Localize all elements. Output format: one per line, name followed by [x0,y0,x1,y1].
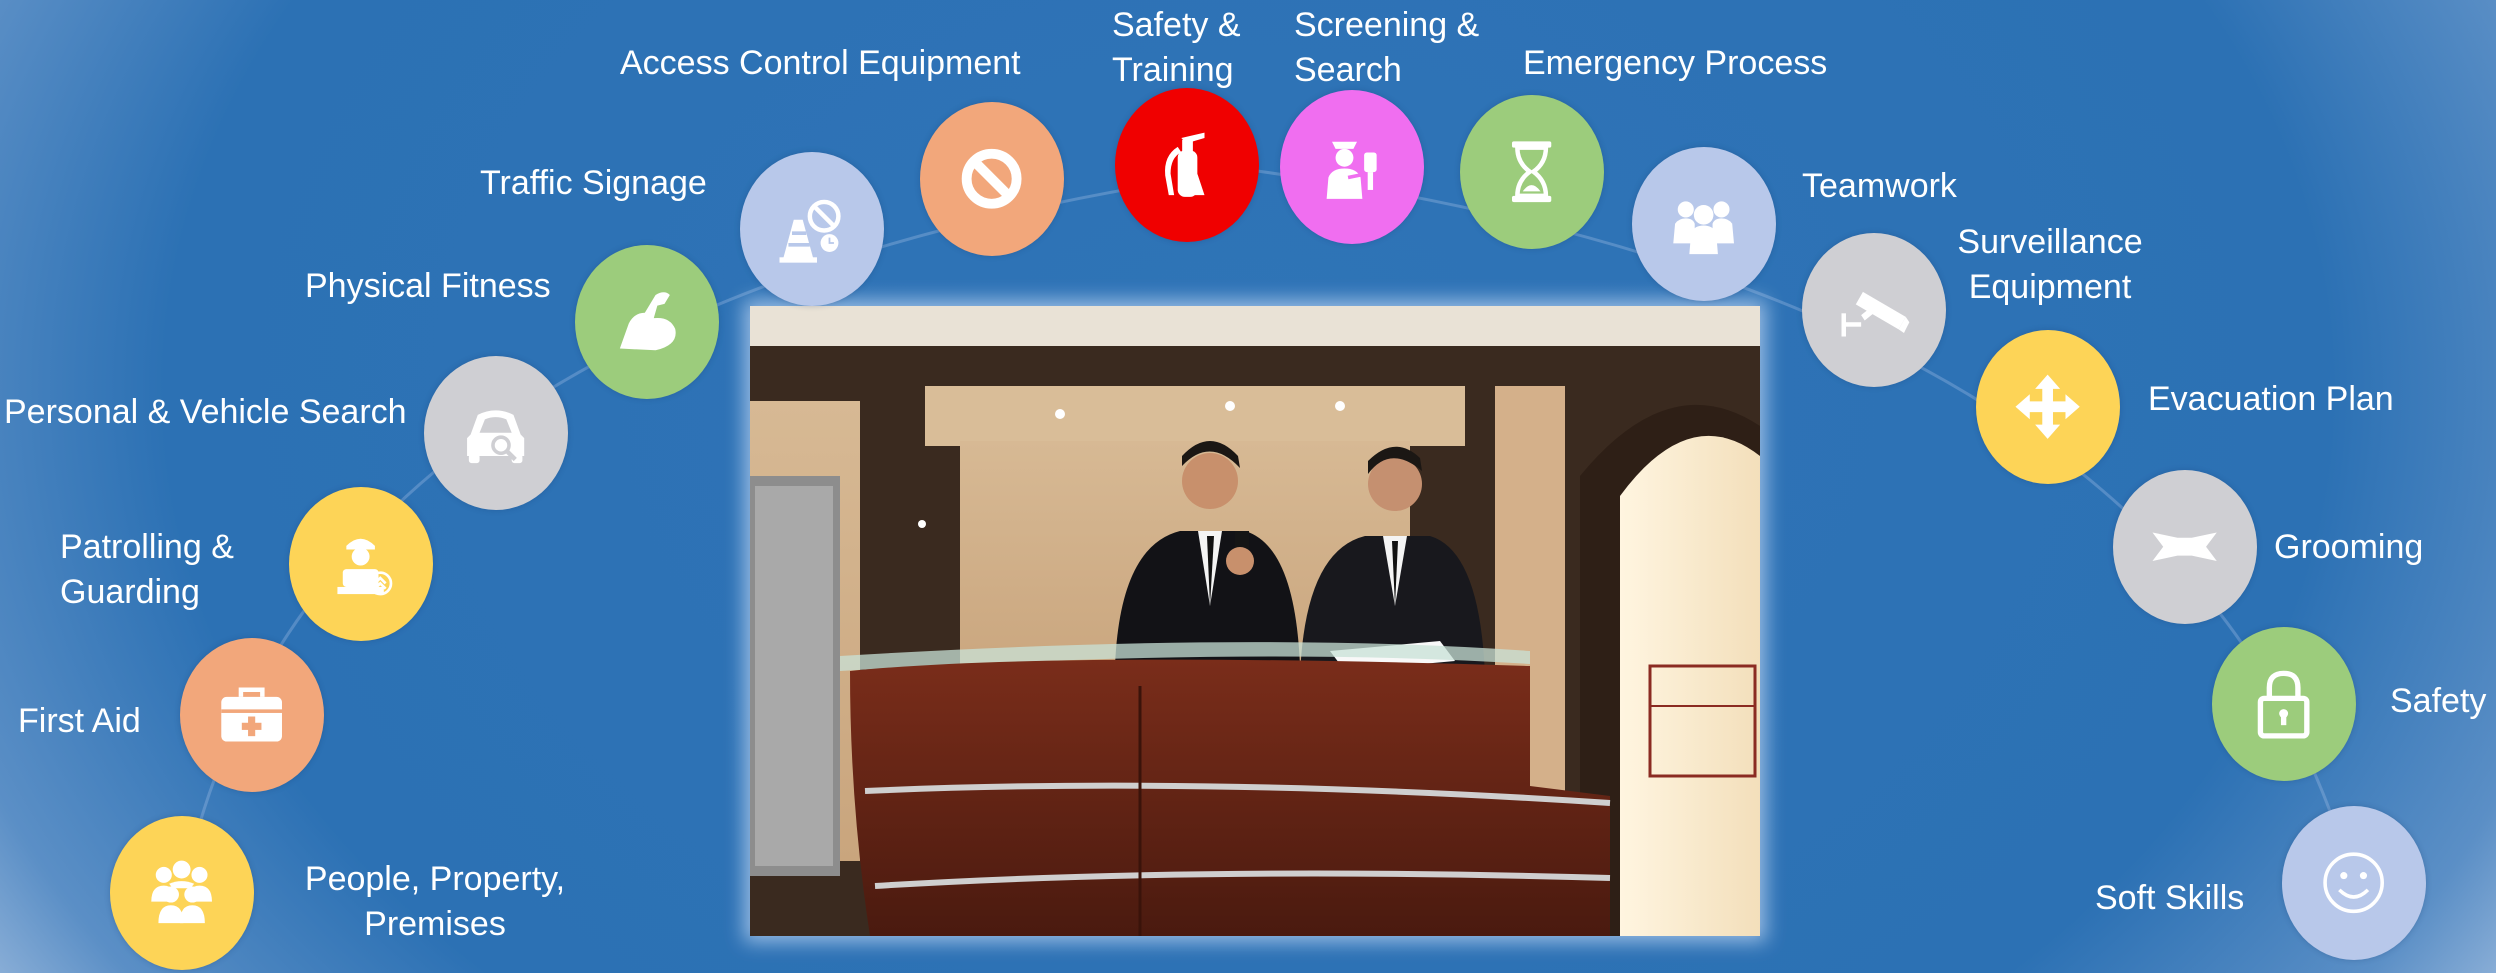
label-access-control-equipment: Access Control Equipment [620,44,1021,82]
reception-desk-photo [750,306,1760,936]
first-aid-kit-icon [221,687,283,742]
node-access-control-equipment [920,102,1064,256]
node-teamwork [1632,147,1776,301]
directions-arrows-icon [2015,374,2081,440]
hourglass-icon [1512,141,1552,203]
label-evacuation-plan: Evacuation Plan [2148,380,2394,418]
node-physical-fitness [575,245,719,399]
node-people-property-premises [110,816,254,970]
label-line: Guarding [60,573,200,611]
label-line: Patrolling & [60,528,234,566]
label-soft-skills: Soft Skills [2095,879,2245,917]
node-traffic-signage [740,152,884,306]
node-emergency-process [1460,95,1604,249]
team-icon [1673,201,1735,255]
label-screening-search: Screening & Search [1294,3,1479,93]
node-evacuation-plan [1976,330,2120,484]
node-patrolling-guarding [289,487,433,641]
label-safety: Safety [2390,682,2487,720]
bow-tie-icon [2152,532,2218,562]
label-people-property-premises: People, Property, Premises [300,857,570,947]
node-safety-training [1115,88,1259,242]
node-safety [2212,627,2356,781]
label-line: Premises [364,905,506,943]
prohibited-sign-icon [962,149,1022,209]
flexed-arm-icon [620,292,677,351]
screening-officer-icon [1326,142,1377,200]
smiley-icon [2323,852,2385,914]
node-screening-search [1280,90,1424,244]
label-line: Screening & [1294,6,1480,44]
padlock-icon [2258,670,2310,739]
label-line: Search [1294,51,1402,89]
traffic-cone-icon [779,199,842,263]
label-emergency-process: Emergency Process [1523,44,1828,82]
label-teamwork: Teamwork [1802,167,1957,205]
security-guards-at-reception-desk-photo [750,306,1760,936]
node-grooming [2113,470,2257,624]
label-first-aid: First Aid [18,702,141,740]
people-group-icon [151,860,213,924]
label-personal-vehicle-search: Personal & Vehicle Search [4,393,407,431]
label-line: Safety & [1112,6,1241,44]
label-physical-fitness: Physical Fitness [305,267,551,305]
label-safety-training: Safety & Training [1112,3,1241,93]
label-line: People, Property, [304,860,566,898]
node-first-aid [180,638,324,792]
fire-extinguisher-icon [1165,132,1205,198]
node-surveillance-equipment [1802,233,1946,387]
label-grooming: Grooming [2274,528,2424,566]
vehicle-search-icon [467,410,525,464]
label-patrolling-guarding: Patrolling & Guarding [60,525,234,615]
label-line: Training [1112,51,1234,89]
label-traffic-signage: Traffic Signage [480,164,707,202]
label-surveillance-equipment: Surveillance Equipment [1950,220,2150,310]
label-line: Surveillance [1957,223,2143,261]
guard-patrol-icon [337,539,393,596]
label-line: Equipment [1968,268,2132,306]
node-personal-vehicle-search [424,356,568,510]
node-soft-skills [2282,806,2426,960]
cctv-camera-icon [1841,292,1910,337]
